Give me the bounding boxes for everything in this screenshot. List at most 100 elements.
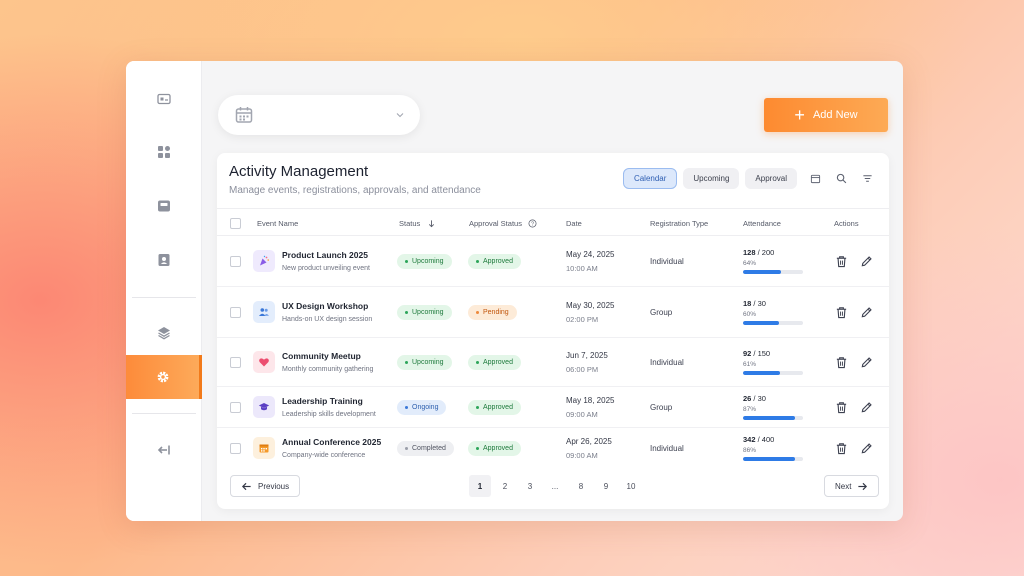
row-checkbox[interactable] [230,255,241,267]
row-checkbox[interactable] [230,306,241,318]
row-checkbox[interactable] [230,356,241,368]
attendance-progress-bar [743,321,803,325]
event-date: May 24, 2025 [566,249,615,259]
party-popper-icon [253,250,275,272]
page-ellipsis: ... [551,481,559,491]
event-name[interactable]: Product Launch 2025 [282,250,368,260]
attendance-progress-bar [743,416,803,420]
event-description: Company-wide conference [282,452,366,459]
page-9-button[interactable]: 9 [595,475,617,497]
calendar-view-button[interactable] [807,171,823,187]
add-new-button[interactable]: + Add New [764,98,888,132]
delete-button[interactable] [835,428,848,468]
event-date: Apr 26, 2025 [566,436,612,446]
event-description: Monthly community gathering [282,366,374,373]
column-header-actions: Actions [834,218,859,228]
calendar-icon [235,107,253,123]
row-checkbox[interactable] [230,401,241,413]
column-header-attendance[interactable]: Attendance [743,209,781,237]
column-header-status[interactable]: Status [399,209,436,237]
event-description: Leadership skills development [282,411,376,418]
filter-approval[interactable]: Approval [745,168,797,189]
users-icon [253,301,275,323]
attendance-count: 342 / 400 [743,435,775,444]
event-name[interactable]: UX Design Workshop [282,301,368,311]
event-date: May 18, 2025 [566,395,615,405]
edit-button[interactable] [860,338,873,386]
status-badge: Upcoming [397,354,452,370]
page-1-button[interactable]: 1 [469,475,491,497]
sidebar-item-dashboard[interactable] [126,130,202,174]
filter-bar: Calendar Upcoming Approval [622,168,875,189]
trash-icon [836,255,847,267]
event-name[interactable]: Annual Conference 2025 [282,437,381,447]
attendance-progress-bar [743,457,803,461]
column-header-approval-label: Approval Status [469,218,522,228]
registration-type: Individual [650,443,684,453]
event-description: Hands-on UX design session [282,316,373,323]
table-row: Product Launch 2025 New product unveilin… [217,236,889,287]
help-circle-icon: ? [528,219,537,227]
next-label: Next [835,481,852,491]
attendance-count: 92 / 150 [743,349,771,358]
status-badge: Upcoming [397,253,452,269]
sort-arrow-down-icon [429,219,435,227]
arrow-right-icon [858,482,868,490]
sidebar-item-settings[interactable] [126,355,202,399]
page-2-button[interactable]: 2 [494,475,516,497]
sidebar-item-inbox[interactable] [126,184,202,228]
event-time: 06:00 PM [566,364,599,374]
edit-button[interactable] [860,287,873,337]
filter-button[interactable] [859,171,875,187]
registration-type: Group [650,307,673,317]
page-3-button[interactable]: 3 [519,475,541,497]
page-subtitle: Manage events, registrations, approvals,… [229,185,481,196]
delete-button[interactable] [835,236,848,286]
registration-type: Individual [650,256,684,266]
sidebar [126,61,202,521]
event-name[interactable]: Community Meetup [282,351,361,361]
sidebar-item-id-card[interactable] [126,77,202,121]
trash-icon [836,401,847,413]
inbox-icon [158,200,170,212]
table-row: Annual Conference 2025 Company-wide conf… [217,428,889,468]
select-all-checkbox[interactable] [230,217,241,229]
next-page-button[interactable]: Next [824,475,880,497]
column-header-date[interactable]: Date [566,209,582,237]
filter-upcoming[interactable]: Upcoming [683,168,740,189]
page-8-button[interactable]: 8 [570,475,592,497]
page-10-button[interactable]: 10 [620,475,642,497]
column-header-approval-status[interactable]: Approval Status ? [469,209,537,237]
sidebar-item-contacts[interactable] [126,238,202,282]
approval-badge: Pending [468,304,517,320]
edit-button[interactable] [860,387,873,427]
column-header-registration-type[interactable]: Registration Type [650,209,708,237]
svg-text:?: ? [531,221,534,227]
delete-button[interactable] [835,387,848,427]
attendance-percent: 86% [743,447,757,454]
approval-badge: Approved [468,354,521,370]
date-select-dropdown[interactable] [218,95,420,135]
column-header-event-name[interactable]: Event Name [257,209,298,237]
search-button[interactable] [833,171,849,187]
table-row: Leadership Training Leadership skills de… [217,387,889,428]
pencil-icon [861,306,872,317]
event-description: New product unveiling event [282,265,370,272]
delete-button[interactable] [835,287,848,337]
row-checkbox[interactable] [230,442,241,454]
event-name[interactable]: Leadership Training [282,396,363,406]
grid-icon [158,146,170,158]
layers-icon [158,327,170,340]
previous-page-button[interactable]: Previous [230,475,301,497]
delete-button[interactable] [835,338,848,386]
sidebar-item-layers[interactable] [126,311,202,355]
edit-button[interactable] [860,428,873,468]
activity-card: Activity Management Manage events, regis… [217,153,889,509]
filter-calendar[interactable]: Calendar [622,168,678,189]
pencil-icon [861,442,872,453]
arrow-left-icon [241,482,251,490]
edit-button[interactable] [860,236,873,286]
attendance-percent: 61% [743,361,757,368]
registration-type: Group [650,402,673,412]
sidebar-item-logout[interactable] [126,428,202,472]
